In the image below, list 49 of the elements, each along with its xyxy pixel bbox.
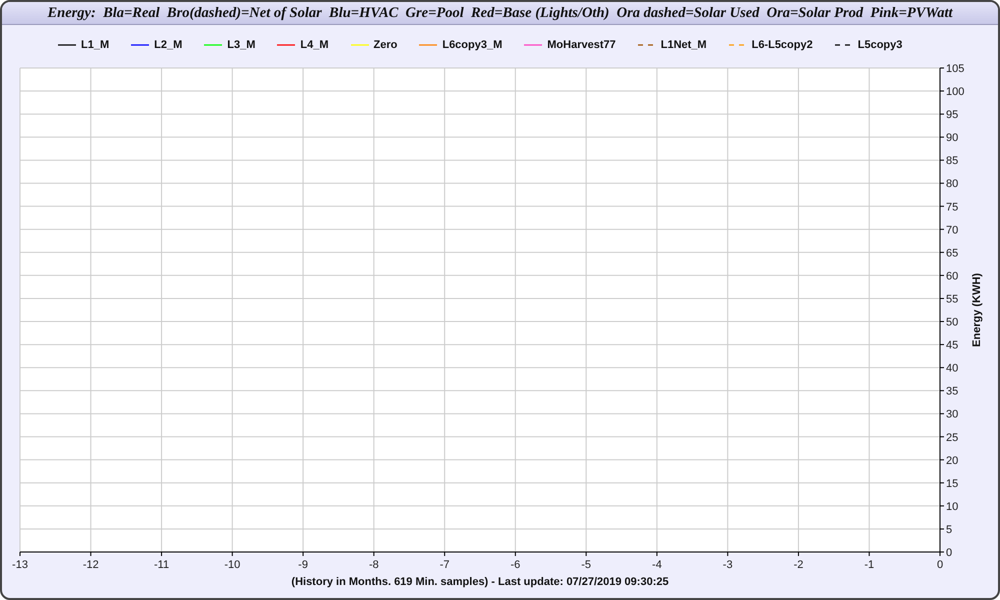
y-tick-label: 95 xyxy=(946,109,958,122)
x-tick-label: 0 xyxy=(936,559,944,571)
legend-label: L1Net_M xyxy=(660,39,707,51)
x-tick-label: -7 xyxy=(440,559,450,571)
y-tick-label: 0 xyxy=(946,547,952,559)
y-axis-label: Energy (KWH) xyxy=(971,273,983,347)
y-tick-label: 45 xyxy=(946,340,958,352)
legend-label: L3_M xyxy=(227,39,256,51)
y-tick-label: 80 xyxy=(946,178,958,190)
y-tick-label: 105 xyxy=(946,63,964,75)
x-tick-label: -10 xyxy=(224,559,240,571)
x-tick-label: -8 xyxy=(368,559,379,571)
x-tick-label: -2 xyxy=(794,559,804,571)
y-tick-label: 65 xyxy=(946,247,958,260)
x-tick-label: -5 xyxy=(581,559,592,571)
x-tick-label: -12 xyxy=(82,559,99,571)
y-tick-label: 90 xyxy=(946,132,958,144)
legend-label: L1_M xyxy=(81,39,110,51)
y-tick-label: 5 xyxy=(946,524,952,536)
x-tick-label: -11 xyxy=(154,559,170,571)
x-tick-label: -13 xyxy=(12,559,28,571)
y-tick-label: 100 xyxy=(946,86,964,98)
x-axis-label: (History in Months. 619 Min. samples) - Last update: 07/27/2019 09:30:25 xyxy=(291,576,669,588)
y-tick-label: 15 xyxy=(946,478,958,490)
y-tick-label: 85 xyxy=(946,155,958,168)
legend-label: L5copy3 xyxy=(858,39,902,51)
legend-label: Zero xyxy=(374,39,398,51)
x-tick-label: -1 xyxy=(864,559,874,571)
y-tick-label: 20 xyxy=(946,454,958,467)
legend-label: MoHarvest77 xyxy=(547,39,616,51)
legend-label: L2_M xyxy=(154,39,182,51)
y-tick-label: 75 xyxy=(946,201,958,214)
x-tick-label: -3 xyxy=(722,559,733,571)
legend-label: L6-L5copy2 xyxy=(752,39,813,51)
chart-title: Energy: Bla=Real Bro(dashed)=Net of Solar Blu=HVAC Gre=Pool Red=Base (Lights/Oth) Ora dashed=Solar Used Ora=Solar Prod Pink=PVWatt xyxy=(47,4,953,22)
y-tick-label: 55 xyxy=(946,293,958,306)
legend-label: L6copy3_M xyxy=(442,39,502,51)
legend-label: L4_M xyxy=(300,39,328,51)
y-tick-label: 35 xyxy=(946,386,958,398)
y-tick-label: 30 xyxy=(946,408,958,421)
y-tick-label: 10 xyxy=(946,500,958,513)
y-tick-label: 70 xyxy=(946,224,958,236)
y-tick-label: 25 xyxy=(946,432,958,444)
x-tick-label: -6 xyxy=(510,559,520,571)
x-tick-label: -4 xyxy=(652,559,662,571)
y-tick-label: 60 xyxy=(946,270,958,282)
y-tick-label: 50 xyxy=(946,316,958,329)
x-tick-label: -9 xyxy=(298,559,308,571)
y-tick-label: 40 xyxy=(946,362,958,375)
